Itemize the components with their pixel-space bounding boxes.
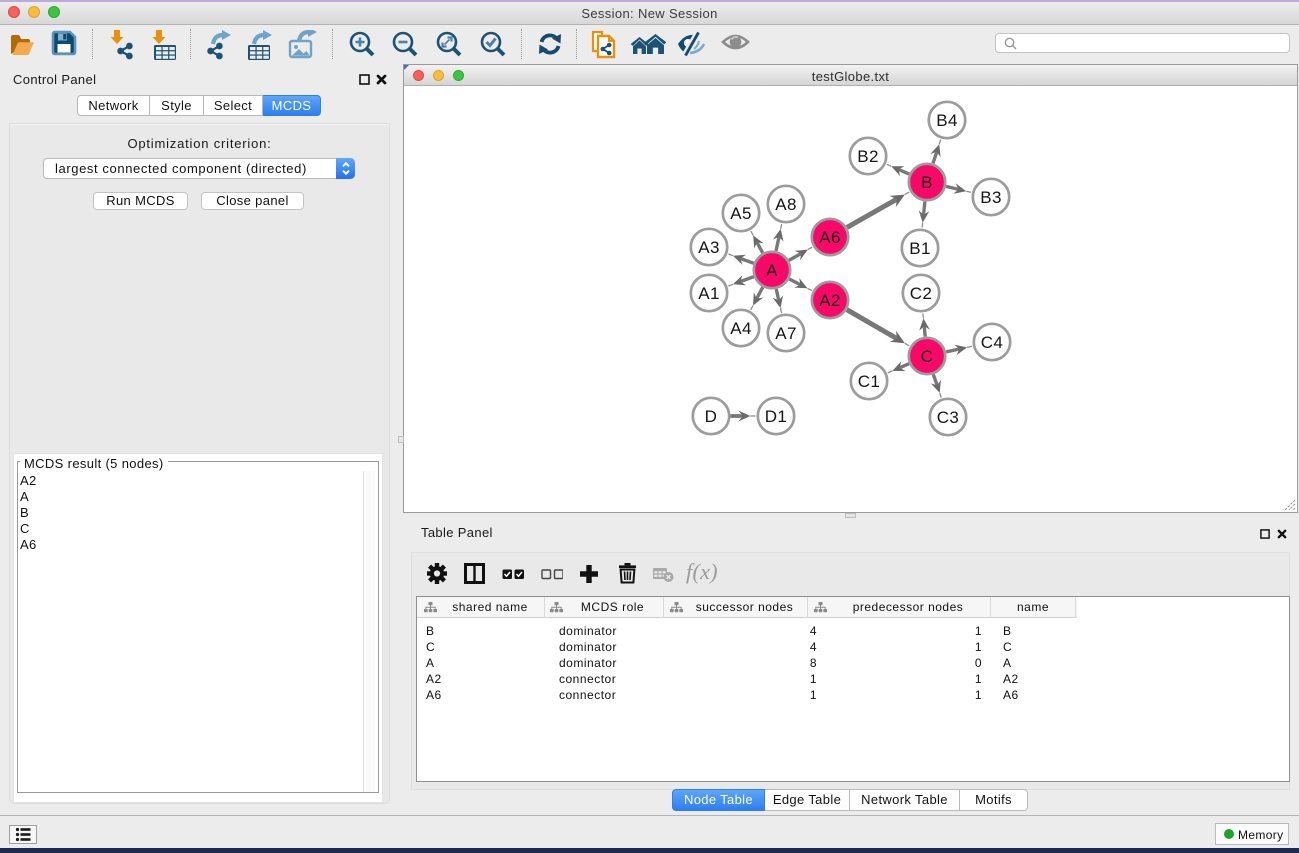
svg-text:C1: C1 xyxy=(858,372,880,391)
svg-text:A: A xyxy=(766,261,778,280)
svg-text:A1: A1 xyxy=(698,284,720,303)
svg-text:A2: A2 xyxy=(819,291,841,310)
svg-text:B3: B3 xyxy=(980,188,1002,207)
svg-text:A6: A6 xyxy=(819,228,841,247)
svg-text:A8: A8 xyxy=(775,195,797,214)
svg-text:A5: A5 xyxy=(730,204,752,223)
svg-text:B: B xyxy=(921,173,933,192)
svg-text:A7: A7 xyxy=(775,324,797,343)
svg-text:A4: A4 xyxy=(730,319,752,338)
svg-text:D: D xyxy=(705,407,718,426)
svg-text:C3: C3 xyxy=(937,408,959,427)
svg-text:A3: A3 xyxy=(698,238,720,257)
svg-text:D1: D1 xyxy=(765,407,787,426)
svg-text:B2: B2 xyxy=(857,147,879,166)
svg-text:C: C xyxy=(921,347,934,366)
svg-text:C4: C4 xyxy=(981,333,1003,352)
svg-text:B4: B4 xyxy=(936,111,958,130)
svg-text:C2: C2 xyxy=(910,284,932,303)
svg-text:B1: B1 xyxy=(909,239,931,258)
